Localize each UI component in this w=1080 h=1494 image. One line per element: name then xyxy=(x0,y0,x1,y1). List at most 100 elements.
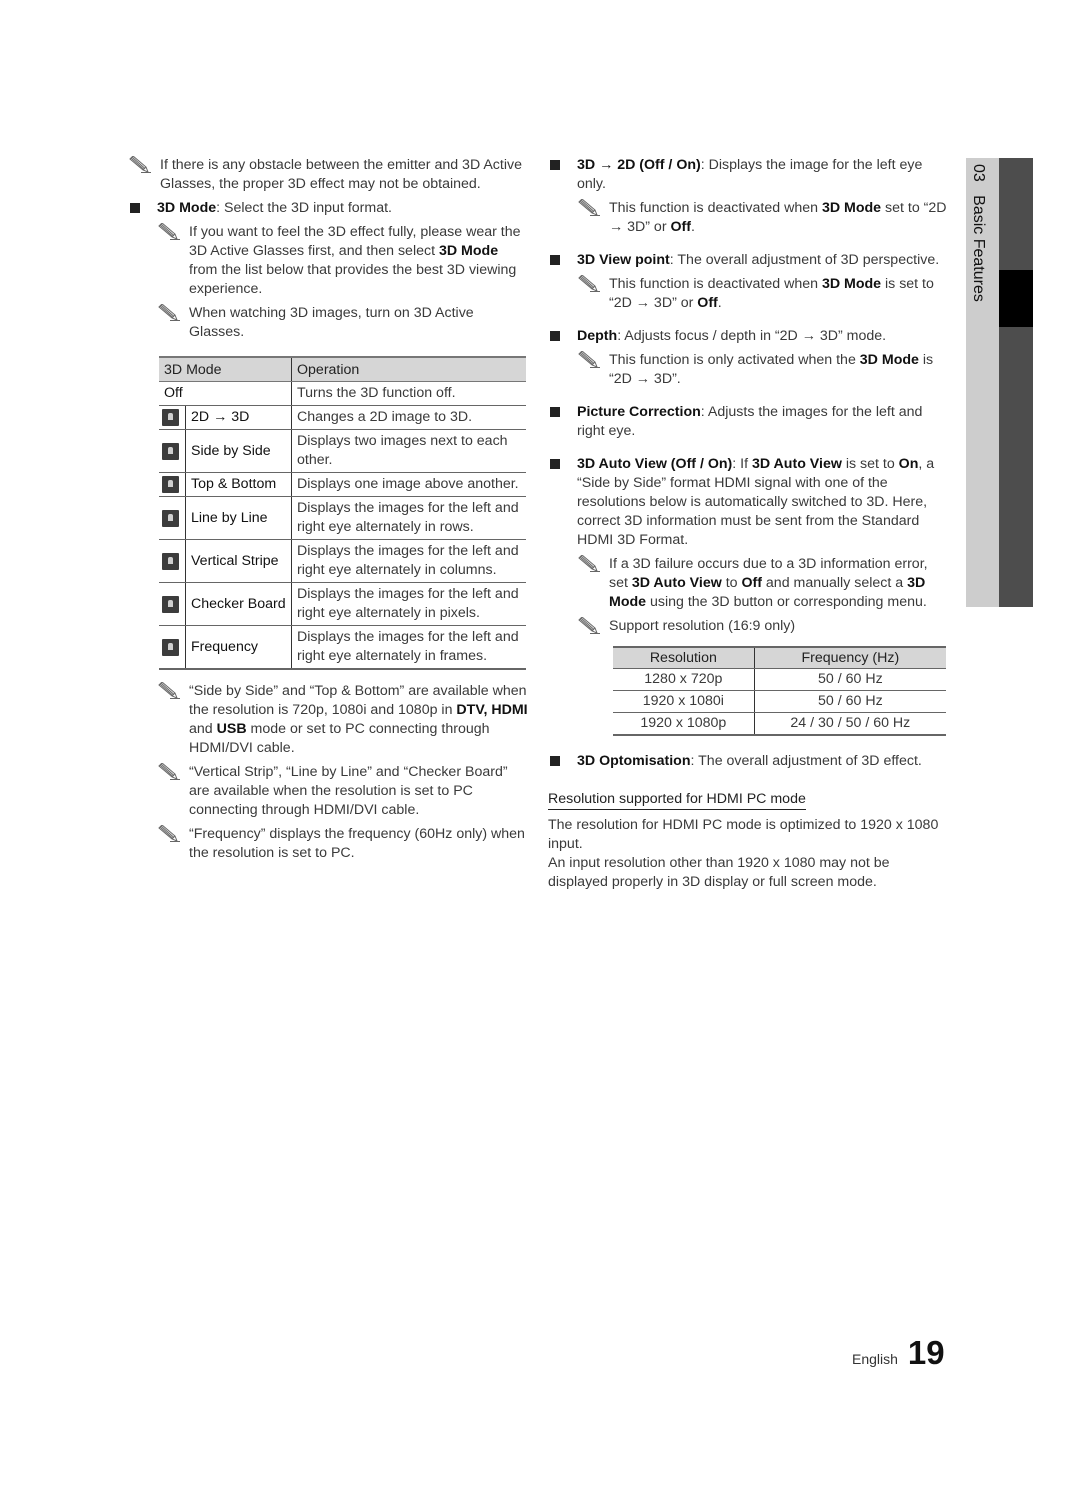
mode-icon-cell xyxy=(159,625,186,670)
text-segment: : The overall adjustment of 3D perspecti… xyxy=(669,252,940,268)
note-vertical-strip: “Vertical Strip”, “Line by Line” and “Ch… xyxy=(157,763,528,820)
right-column: 3D → 2D (Off / On): Displays the image f… xyxy=(548,156,950,892)
text-segment: 1280 x 720p xyxy=(613,668,755,691)
text-segment: Top & Bottom xyxy=(185,472,292,497)
note-depth: This function is only activated when the… xyxy=(577,351,950,389)
text-segment: 2D → 3D xyxy=(185,405,292,430)
paragraph-pc-optimized: The resolution for HDMI PC mode is optim… xyxy=(548,817,939,852)
table-header-row: Resolution Frequency (Hz) xyxy=(613,646,946,669)
note-frequency: “Frequency” displays the frequency (60Hz… xyxy=(157,825,528,863)
table-row: Line by Line Displays the images for the… xyxy=(159,496,526,540)
text-segment: This function is deactivated when xyxy=(609,276,822,292)
checker-board-icon xyxy=(162,595,179,613)
text-segment: Turns the 3D function off. xyxy=(291,381,526,406)
text-segment: : Select the 3D input format. xyxy=(216,200,392,216)
vertical-stripe-icon xyxy=(162,552,179,570)
note-pencil-icon xyxy=(577,351,601,369)
note-side-by-side: “Side by Side” and “Top & Bottom” are av… xyxy=(157,682,528,758)
table-row: Vertical Stripe Displays the images for … xyxy=(159,539,526,583)
mode-icon-cell xyxy=(159,472,186,497)
top-bottom-icon xyxy=(162,476,179,493)
text-segment: is set to xyxy=(841,456,899,472)
note-pencil-icon xyxy=(157,763,181,781)
text-segment: Displays one image above another. xyxy=(291,472,526,497)
bullet-3d-to-2d: 3D → 2D (Off / On): Displays the image f… xyxy=(548,156,950,194)
text-segment: : If xyxy=(732,456,752,472)
table-header-row: 3D Mode Operation xyxy=(159,356,526,382)
table-row: 1920 x 1080p 24 / 30 / 50 / 60 Hz xyxy=(613,712,946,736)
text-segment: Displays two images next to each other. xyxy=(291,429,526,473)
text-segment: Depth xyxy=(577,328,618,344)
text-segment: Changes a 2D image to 3D. xyxy=(291,405,526,430)
page-number: 19 xyxy=(907,1334,945,1371)
note-pencil-icon xyxy=(157,304,181,322)
text-segment: Picture Correction xyxy=(577,404,701,420)
text-segment: On xyxy=(898,456,919,472)
text-segment: Off xyxy=(697,295,718,311)
text-segment: 3D Optomisation xyxy=(577,753,691,769)
text-segment: “Vertical Strip”, “Line by Line” and “Ch… xyxy=(189,764,508,818)
header-3d-mode: 3D Mode xyxy=(159,356,292,382)
text-segment: Off xyxy=(159,381,292,406)
text-segment: Displays the images for the left and rig… xyxy=(291,496,526,540)
line-by-line-icon xyxy=(162,509,179,527)
note-watching: When watching 3D images, turn on 3D Acti… xyxy=(157,304,528,342)
table-row: 1280 x 720p 50 / 60 Hz xyxy=(613,668,946,691)
chapter-marker xyxy=(999,270,1033,327)
table-row: Checker Board Displays the images for th… xyxy=(159,582,526,626)
text-segment: 50 / 60 Hz xyxy=(753,690,946,713)
text-segment: Off xyxy=(670,219,692,235)
mode-icon-cell xyxy=(159,429,186,473)
text-segment: . xyxy=(717,295,722,311)
text-segment: 3D Auto View xyxy=(752,456,842,472)
footer-language: English xyxy=(852,1351,898,1367)
text-segment: 3D Mode xyxy=(859,352,919,368)
note-pencil-icon xyxy=(157,682,181,700)
note-wear-glasses: If you want to feel the 3D effect fully,… xyxy=(157,223,528,299)
text-segment: 24 / 30 / 50 / 60 Hz xyxy=(753,712,946,736)
bullet-square-icon xyxy=(550,407,560,417)
text-segment: 50 / 60 Hz xyxy=(753,668,946,691)
text-segment: from the list below that provides the be… xyxy=(189,262,517,297)
bullet-view-point: 3D View point: The overall adjustment of… xyxy=(548,251,950,270)
bullet-square-icon xyxy=(550,331,560,341)
text-segment: Vertical Stripe xyxy=(185,539,292,583)
mode-icon-cell xyxy=(159,496,186,540)
text-segment: This function is deactivated when xyxy=(609,200,822,216)
bullet-optimisation: 3D Optomisation: The overall adjustment … xyxy=(548,752,950,771)
note-view-point: This function is deactivated when 3D Mod… xyxy=(577,275,950,313)
table-row-off: Off Turns the 3D function off. xyxy=(159,381,526,406)
text-segment: : Adjusts focus / depth in “2D → 3D” mod… xyxy=(617,328,887,344)
text-segment: 3D Mode xyxy=(821,200,882,216)
bullet-3d-mode: 3D Mode: Select the 3D input format. xyxy=(128,199,528,218)
page-footer: English 19 xyxy=(852,1334,945,1372)
text-segment: 3D Auto View xyxy=(631,575,722,591)
text-segment: If there is any obstacle between the emi… xyxy=(160,157,522,192)
text-segment: Displays the images for the left and rig… xyxy=(291,582,526,626)
text-segment: USB xyxy=(216,721,247,737)
note-obstacle: If there is any obstacle between the emi… xyxy=(128,156,528,194)
text-segment: This function is only activated when the xyxy=(609,352,860,368)
text-segment: and manually select a xyxy=(761,575,908,591)
note-pencil-icon xyxy=(577,275,601,293)
bullet-square-icon xyxy=(550,255,560,265)
table-row: 1920 x 1080i 50 / 60 Hz xyxy=(613,690,946,713)
note-pencil-icon xyxy=(577,555,601,573)
text-segment: using the 3D button or corresponding men… xyxy=(646,594,927,610)
mode-icon-cell xyxy=(159,405,186,430)
note-pencil-icon xyxy=(577,617,601,635)
note-pencil-icon xyxy=(157,825,181,843)
text-segment: to xyxy=(721,575,742,591)
header-operation: Operation xyxy=(291,356,526,382)
header-frequency: Frequency (Hz) xyxy=(753,646,946,669)
text-segment: 3D → 2D (Off / On) xyxy=(577,157,701,173)
text-segment: Support resolution (16:9 only) xyxy=(609,618,796,634)
bullet-picture-correction: Picture Correction: Adjusts the images f… xyxy=(548,403,950,441)
bullet-square-icon xyxy=(550,459,560,469)
chapter-label: 03 Basic Features xyxy=(969,164,987,302)
text-segment: When watching 3D images, turn on 3D Acti… xyxy=(189,305,474,340)
text-segment: : The overall adjustment of 3D effect. xyxy=(690,753,922,769)
note-pencil-icon xyxy=(157,223,181,241)
text-segment: and xyxy=(189,721,217,737)
text-segment: Basic Features xyxy=(970,195,987,302)
